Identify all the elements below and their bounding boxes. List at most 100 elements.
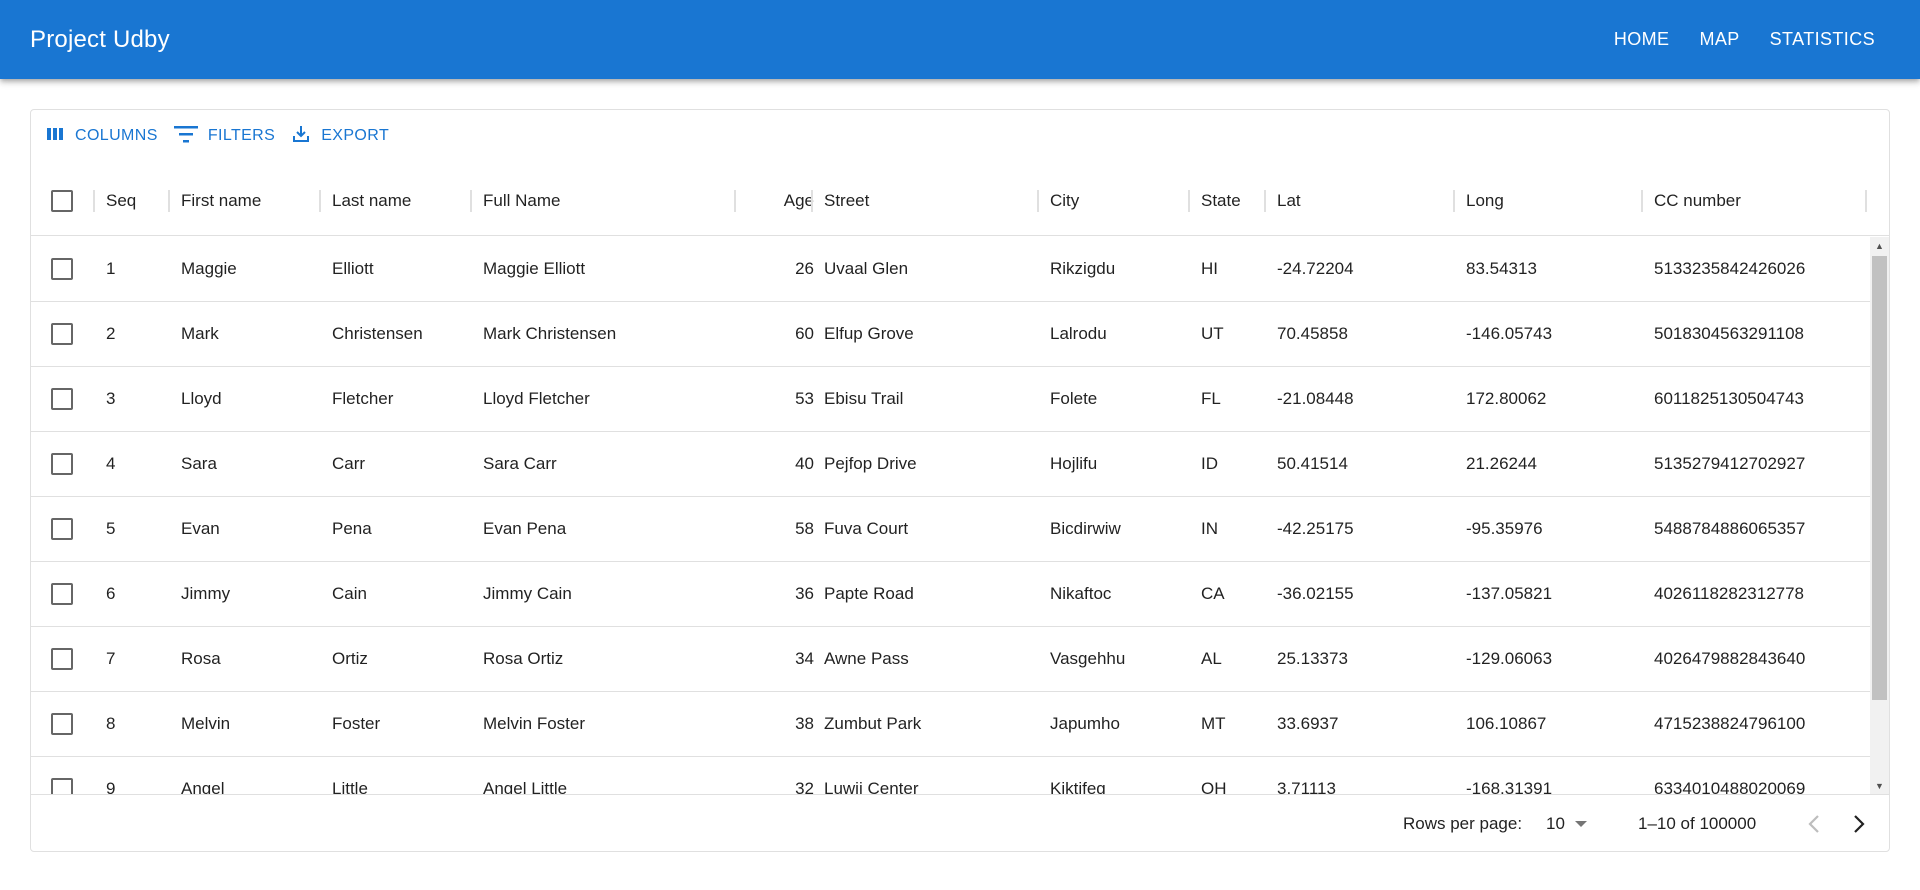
nav-map-button[interactable]: MAP (1684, 21, 1754, 58)
cell-long: 21.26244 (1466, 454, 1537, 473)
cell-last-name: Fletcher (332, 389, 394, 408)
rows-per-page-select[interactable]: 10 (1546, 795, 1587, 851)
export-button[interactable]: EXPORT (285, 118, 395, 155)
columns-button[interactable]: COLUMNS (41, 120, 164, 153)
previous-page-button[interactable] (1799, 809, 1829, 839)
cell-first-name: Maggie (181, 259, 237, 278)
column-header-seq[interactable]: Seq (106, 166, 166, 236)
grid-toolbar: COLUMNS FILTERS EXPORT (31, 110, 399, 162)
row-checkbox[interactable] (51, 388, 73, 410)
cell-state: ID (1201, 454, 1218, 473)
column-separator[interactable] (1453, 190, 1455, 212)
column-header-last-name[interactable]: Last name (332, 166, 472, 236)
filters-label: FILTERS (207, 127, 276, 144)
table-row[interactable]: 9 Angel Little Angel Little 32 Luwij Cen… (31, 757, 1870, 794)
cell-seq: 2 (106, 324, 116, 343)
column-separator[interactable] (470, 190, 472, 212)
cell-state: IN (1201, 519, 1218, 538)
cell-age: 53 (795, 389, 814, 408)
column-header-cc-number[interactable]: CC number (1654, 166, 1854, 236)
cell-first-name: Sara (181, 454, 217, 473)
row-select-cell (51, 497, 73, 561)
column-header-age[interactable]: Age (747, 166, 814, 236)
cell-last-name: Little (332, 779, 368, 794)
column-separator[interactable] (1037, 190, 1039, 212)
cell-lat: 50.41514 (1277, 454, 1348, 473)
cell-seq: 8 (106, 714, 116, 733)
column-separator[interactable] (1641, 190, 1643, 212)
cell-cc-number: 5488784886065357 (1654, 519, 1806, 538)
cell-state: CA (1201, 584, 1225, 603)
row-checkbox[interactable] (51, 453, 73, 475)
cell-city: Lalrodu (1050, 324, 1107, 343)
cell-lat: 33.6937 (1277, 714, 1339, 733)
cell-full-name: Angel Little (483, 779, 568, 794)
row-checkbox[interactable] (51, 583, 73, 605)
column-separator[interactable] (734, 190, 736, 212)
table-row[interactable]: 6 Jimmy Cain Jimmy Cain 36 Papte Road Ni… (31, 562, 1870, 627)
row-checkbox[interactable] (51, 648, 73, 670)
cell-full-name: Rosa Ortiz (483, 649, 564, 668)
cell-city: Folete (1050, 389, 1098, 408)
dropdown-caret-icon (1574, 821, 1587, 827)
cell-seq: 3 (106, 389, 116, 408)
cell-cc-number: 4715238824796100 (1654, 714, 1806, 733)
column-header-first-name[interactable]: First name (181, 166, 311, 236)
cell-age: 60 (795, 324, 814, 343)
cell-state: AL (1201, 649, 1222, 668)
column-header-lat[interactable]: Lat (1277, 166, 1447, 236)
cell-seq: 5 (106, 519, 116, 538)
cell-seq: 7 (106, 649, 116, 668)
row-checkbox[interactable] (51, 713, 73, 735)
select-all-checkbox[interactable] (51, 190, 73, 212)
nav-statistics-button[interactable]: STATISTICS (1755, 21, 1890, 58)
column-header-full-name[interactable]: Full Name (483, 166, 703, 236)
scroll-down-arrow-icon[interactable]: ▼ (1870, 777, 1889, 794)
filters-button[interactable]: FILTERS (168, 119, 281, 154)
table-row[interactable]: 8 Melvin Foster Melvin Foster 38 Zumbut … (31, 692, 1870, 757)
cell-first-name: Lloyd (181, 389, 222, 408)
cell-lat: -42.25175 (1277, 519, 1354, 538)
cell-full-name: Lloyd Fletcher (483, 389, 590, 408)
row-checkbox[interactable] (51, 778, 73, 794)
column-header-long[interactable]: Long (1466, 166, 1636, 236)
column-separator[interactable] (811, 190, 813, 212)
row-checkbox[interactable] (51, 518, 73, 540)
pagination-footer: Rows per page: 10 1–10 of 100000 (31, 794, 1889, 851)
row-checkbox[interactable] (51, 323, 73, 345)
column-header-city[interactable]: City (1050, 166, 1180, 236)
cell-last-name: Carr (332, 454, 366, 473)
scroll-up-arrow-icon[interactable]: ▲ (1870, 237, 1889, 254)
data-grid: COLUMNS FILTERS EXPORT Seq First name La… (30, 109, 1890, 852)
column-separator[interactable] (1264, 190, 1266, 212)
nav-home-button[interactable]: HOME (1599, 21, 1685, 58)
column-separator[interactable] (93, 190, 95, 212)
table-row[interactable]: 4 Sara Carr Sara Carr 40 Pejfop Drive Ho… (31, 432, 1870, 497)
grid-body: 1 Maggie Elliott Maggie Elliott 26 Uvaal… (31, 237, 1889, 794)
table-row[interactable]: 5 Evan Pena Evan Pena 58 Fuva Court Bicd… (31, 497, 1870, 562)
scrollbar-thumb[interactable] (1872, 256, 1887, 700)
column-separator[interactable] (319, 190, 321, 212)
column-separator[interactable] (1865, 190, 1867, 212)
cell-cc-number: 5018304563291108 (1654, 324, 1805, 343)
cell-state: UT (1201, 324, 1224, 343)
row-checkbox[interactable] (51, 258, 73, 280)
cell-long: 106.10867 (1466, 714, 1547, 733)
cell-full-name: Mark Christensen (483, 324, 617, 343)
chevron-right-icon (1854, 815, 1865, 833)
cell-state: MT (1201, 714, 1226, 733)
next-page-button[interactable] (1844, 809, 1874, 839)
table-row[interactable]: 7 Rosa Ortiz Rosa Ortiz 34 Awne Pass Vas… (31, 627, 1870, 692)
cell-age: 32 (795, 779, 814, 794)
column-separator[interactable] (168, 190, 170, 212)
cell-street: Uvaal Glen (824, 259, 909, 278)
table-row[interactable]: 2 Mark Christensen Mark Christensen 60 E… (31, 302, 1870, 367)
row-select-cell (51, 237, 73, 301)
table-row[interactable]: 1 Maggie Elliott Maggie Elliott 26 Uvaal… (31, 237, 1870, 302)
select-all-cell (51, 166, 73, 236)
column-header-state[interactable]: State (1201, 166, 1261, 236)
vertical-scrollbar[interactable]: ▲ ▼ (1870, 237, 1889, 794)
column-separator[interactable] (1188, 190, 1190, 212)
table-row[interactable]: 3 Lloyd Fletcher Lloyd Fletcher 53 Ebisu… (31, 367, 1870, 432)
column-header-street[interactable]: Street (824, 166, 1024, 236)
